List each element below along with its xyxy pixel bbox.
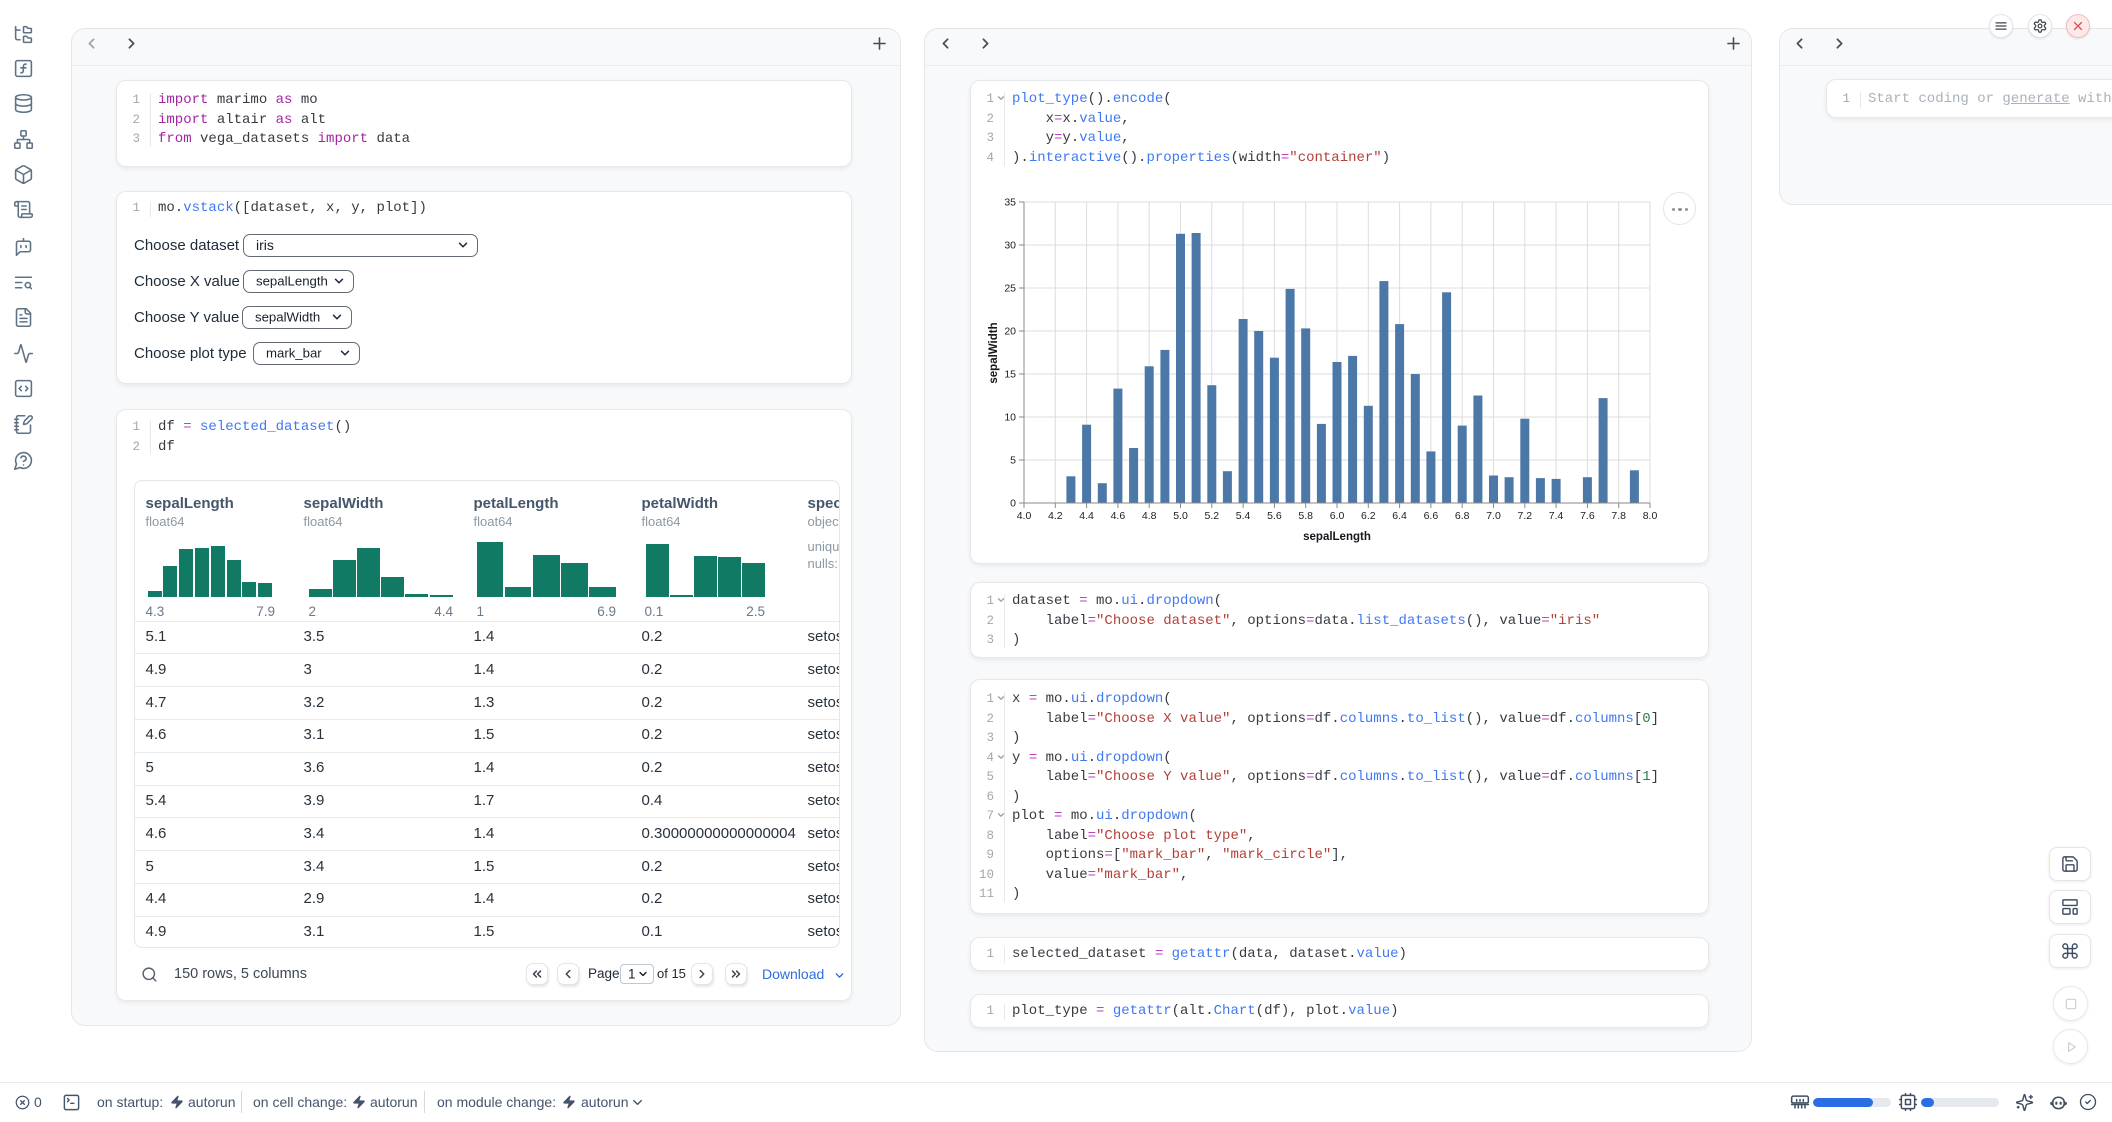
svg-text:5.0: 5.0 [1173, 510, 1188, 522]
svg-text:4.6: 4.6 [1111, 510, 1126, 522]
svg-text:4.0: 4.0 [1017, 510, 1032, 522]
svg-text:7.2: 7.2 [1517, 510, 1532, 522]
svg-text:6.4: 6.4 [1392, 510, 1407, 522]
svg-text:7.0: 7.0 [1486, 510, 1501, 522]
svg-text:10: 10 [1004, 412, 1016, 424]
svg-text:6.8: 6.8 [1455, 510, 1470, 522]
svg-text:0: 0 [1010, 498, 1016, 510]
svg-text:5.4: 5.4 [1236, 510, 1251, 522]
svg-text:7.6: 7.6 [1580, 510, 1595, 522]
svg-text:5.6: 5.6 [1267, 510, 1282, 522]
svg-text:35: 35 [1004, 197, 1016, 209]
svg-text:15: 15 [1004, 369, 1016, 381]
svg-text:25: 25 [1004, 283, 1016, 295]
svg-text:6.2: 6.2 [1361, 510, 1376, 522]
svg-text:5.2: 5.2 [1204, 510, 1219, 522]
svg-text:30: 30 [1004, 240, 1016, 252]
svg-text:5.8: 5.8 [1298, 510, 1313, 522]
svg-text:sepalLength: sepalLength [1303, 531, 1371, 543]
svg-text:4.4: 4.4 [1079, 510, 1094, 522]
svg-text:7.4: 7.4 [1549, 510, 1564, 522]
svg-text:7.8: 7.8 [1611, 510, 1626, 522]
svg-text:4.8: 4.8 [1142, 510, 1157, 522]
svg-text:sepalWidth: sepalWidth [988, 322, 1000, 383]
svg-text:5: 5 [1010, 455, 1016, 467]
svg-text:20: 20 [1004, 326, 1016, 338]
svg-text:6.0: 6.0 [1330, 510, 1345, 522]
svg-text:6.6: 6.6 [1424, 510, 1439, 522]
svg-text:4.2: 4.2 [1048, 510, 1063, 522]
svg-text:8.0: 8.0 [1643, 510, 1658, 522]
